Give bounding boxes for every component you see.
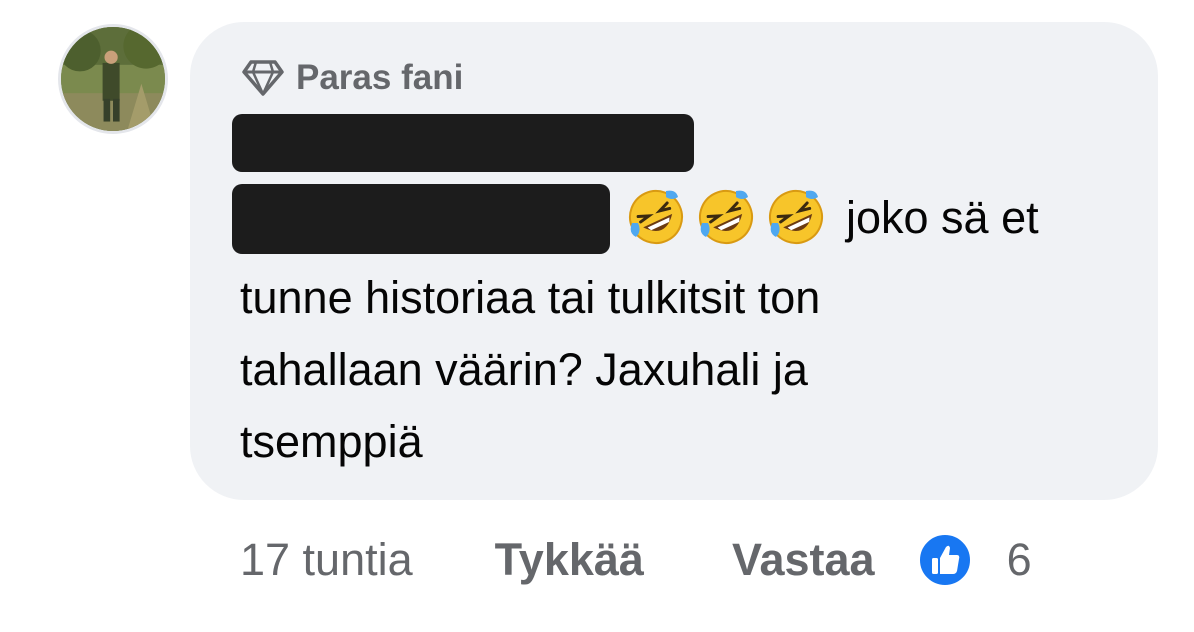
emoji-group bbox=[626, 188, 836, 246]
avatar-photo bbox=[61, 27, 165, 131]
comment-text-first-line: joko sä et bbox=[846, 192, 1039, 243]
like-thumb-icon[interactable] bbox=[917, 532, 973, 588]
diamond-icon bbox=[242, 59, 284, 97]
reply-button[interactable]: Vastaa bbox=[732, 534, 875, 586]
avatar[interactable] bbox=[58, 24, 168, 134]
reaction-count[interactable]: 6 bbox=[1007, 534, 1032, 586]
comment-text-line: tahallaan väärin? Jaxuhali ja bbox=[240, 344, 808, 395]
rolling-laughing-emoji-icon bbox=[766, 187, 826, 247]
rolling-laughing-emoji-icon bbox=[696, 187, 756, 247]
badge-label: Paras fani bbox=[296, 58, 464, 97]
comment-text-line: tsemppiä bbox=[240, 416, 423, 467]
redacted-name bbox=[232, 114, 694, 172]
timestamp-link[interactable]: 17 tuntia bbox=[240, 534, 413, 586]
comment-text: tunne historiaa tai tulkitsit ton tahall… bbox=[240, 262, 1120, 478]
top-fan-badge[interactable]: Paras fani bbox=[242, 58, 463, 98]
comment-view: Paras fani joko sä et tunne historiaa ta… bbox=[0, 0, 1194, 632]
comment-bubble: Paras fani joko sä et tunne historiaa ta… bbox=[190, 22, 1158, 500]
like-button[interactable]: Tykkää bbox=[495, 534, 644, 586]
redacted-text bbox=[232, 184, 610, 254]
comment-actions: 17 tuntia Tykkää Vastaa 6 bbox=[240, 528, 1032, 592]
rolling-laughing-emoji-icon bbox=[626, 187, 686, 247]
comment-text-line: tunne historiaa tai tulkitsit ton bbox=[240, 272, 821, 323]
